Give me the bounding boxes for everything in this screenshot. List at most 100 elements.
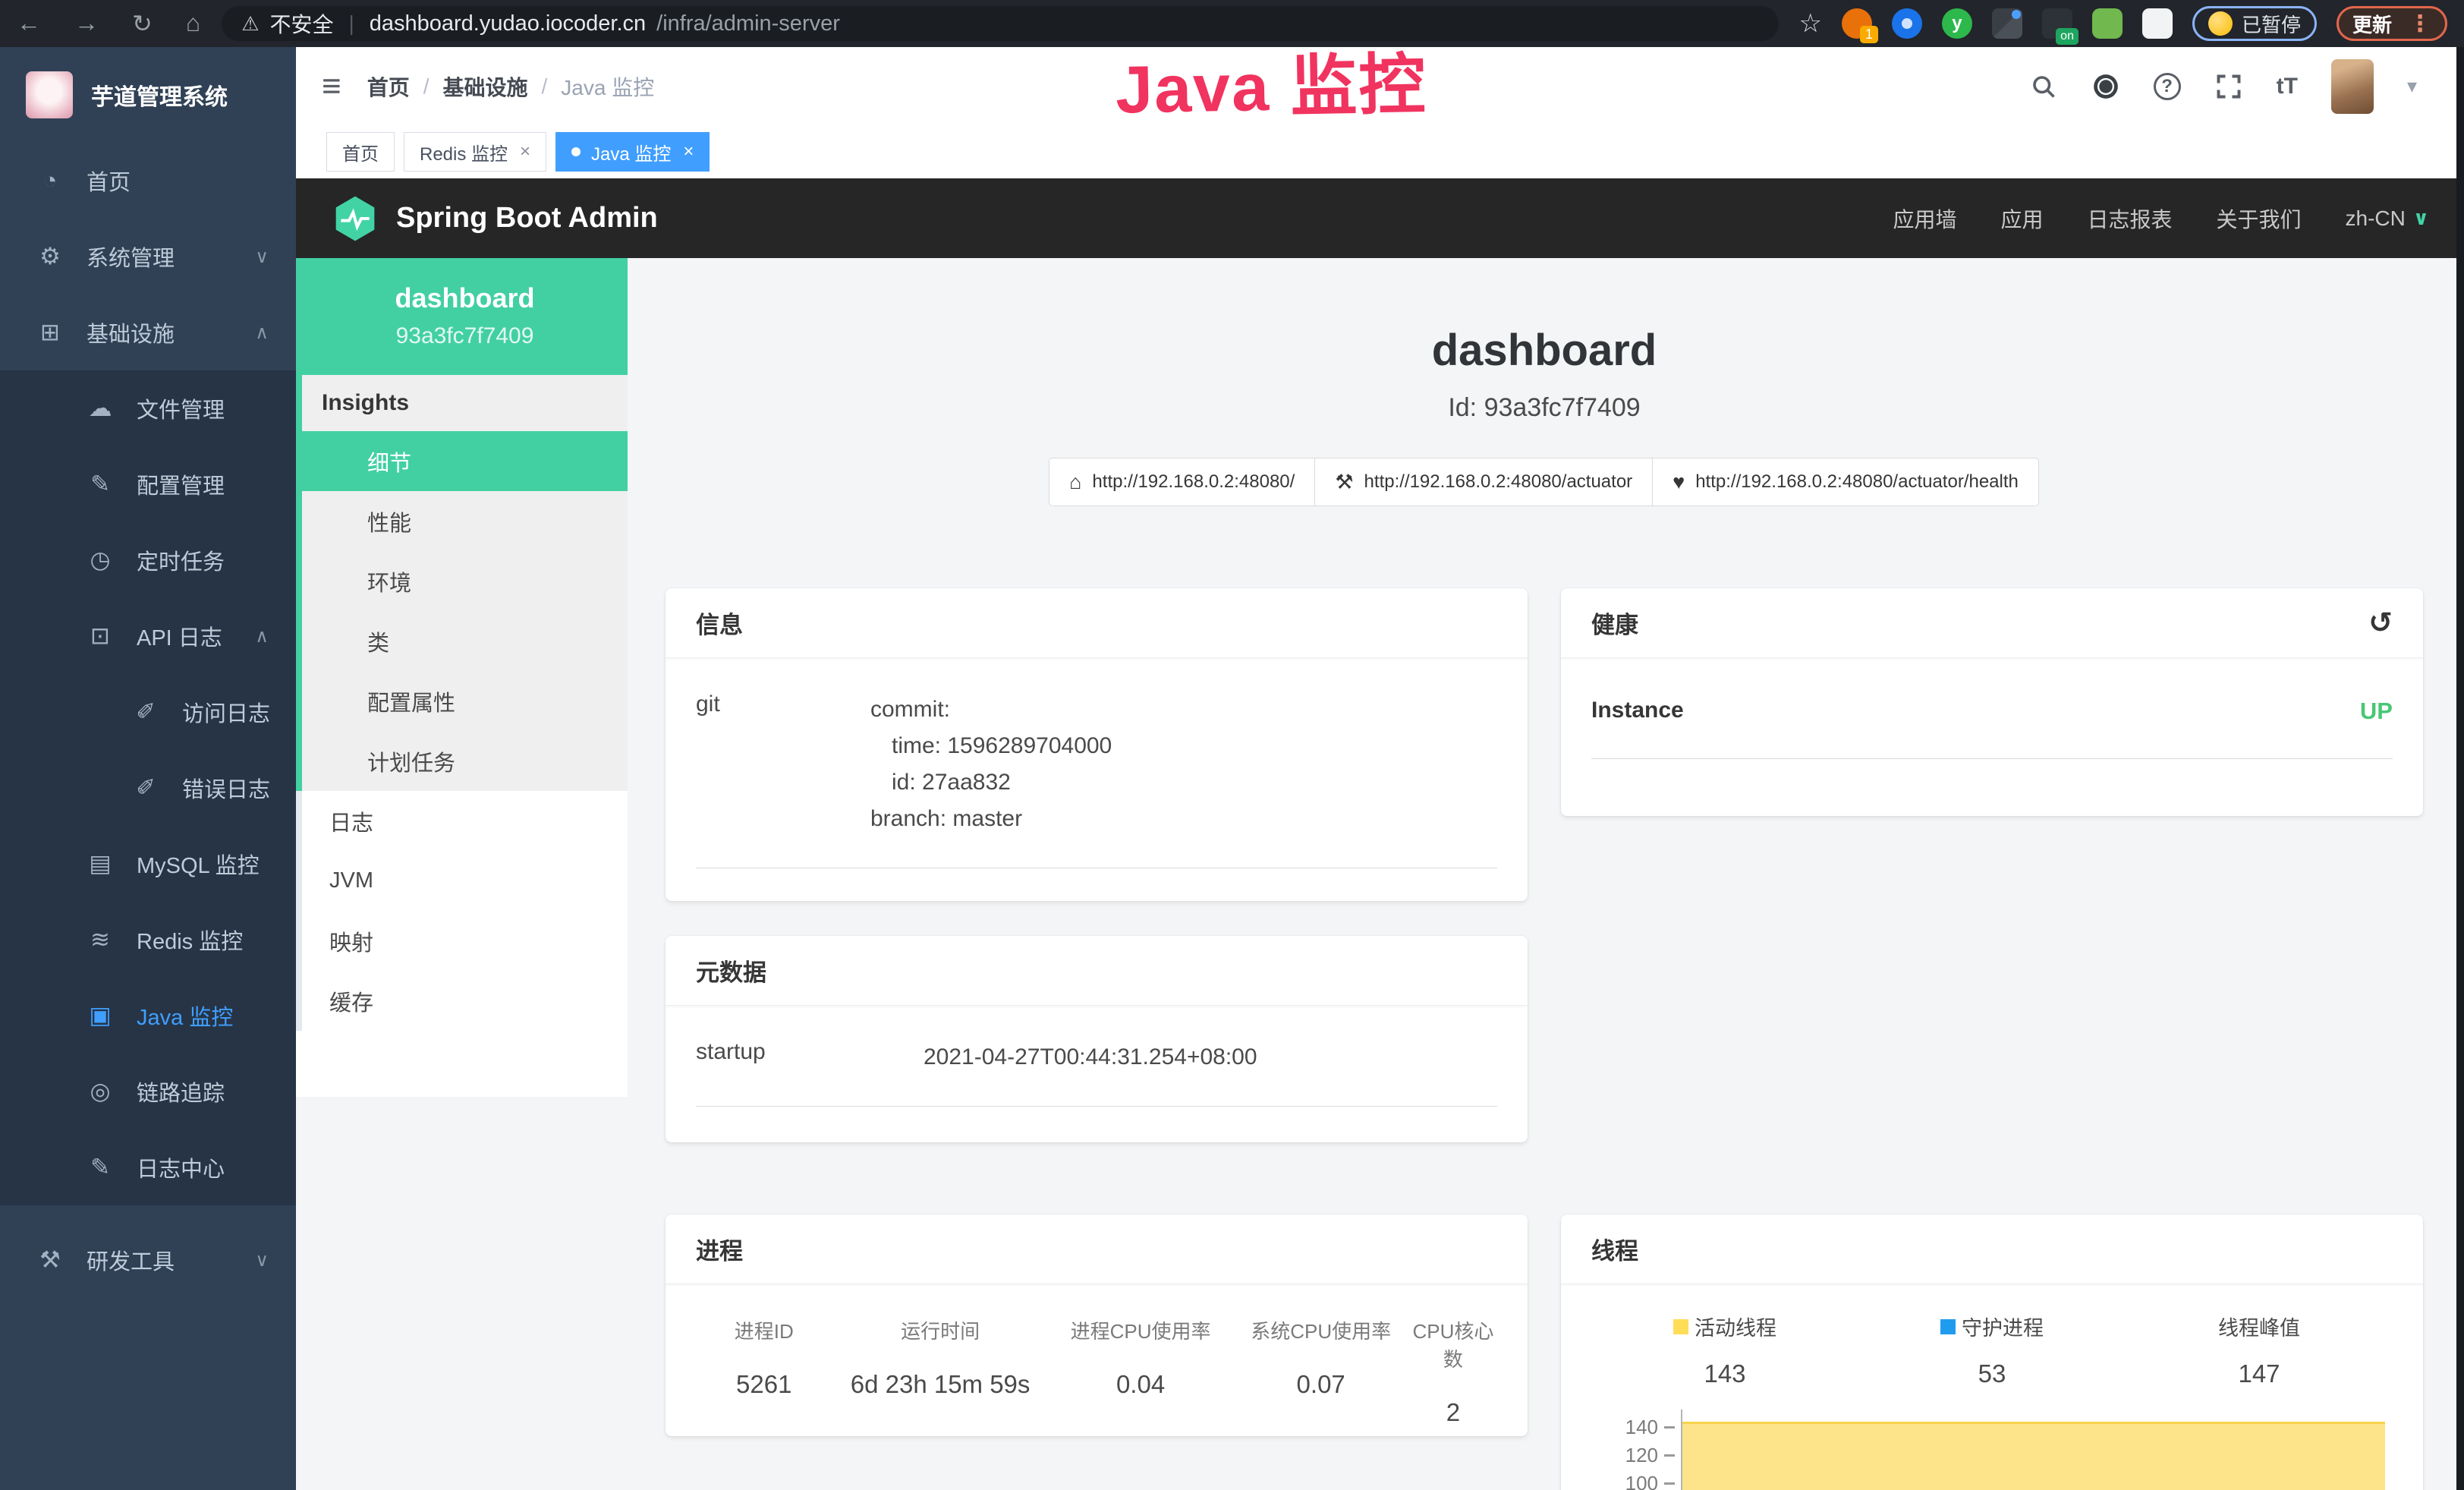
sidebar-item-mysql-monitor[interactable]: ▤ MySQL 监控 — [0, 826, 296, 902]
system-col-cpu: 系统CPU使用率 — [1233, 1316, 1409, 1344]
avatar[interactable] — [2331, 59, 2374, 114]
locale-label: zh-CN — [2346, 206, 2406, 231]
paused-indicator[interactable]: 已暂停 — [2192, 6, 2317, 41]
sba-nav-wallboard[interactable]: 应用墙 — [1893, 203, 1956, 234]
tab-java-monitor[interactable]: Java 监控 × — [555, 132, 710, 172]
breadcrumb: 首页 / 基础设施 / Java 监控 — [367, 71, 655, 102]
emoji-face-icon — [2208, 11, 2233, 36]
chevron-down-icon: ∨ — [2413, 206, 2429, 230]
sidebar-item-log-center[interactable]: ✎ 日志中心 — [0, 1129, 296, 1205]
sba-nav-jvm[interactable]: JVM — [302, 851, 628, 911]
extension-icon-grid[interactable] — [1992, 8, 2022, 39]
browser-home-button[interactable]: ⌂ — [186, 9, 200, 38]
sidebar-item-config-management[interactable]: ✎ 配置管理 — [0, 446, 296, 522]
sidebar-item-tracing[interactable]: ◎ 链路追踪 — [0, 1054, 296, 1129]
sba-nav-metrics[interactable]: 性能 — [302, 491, 628, 551]
breadcrumb-home[interactable]: 首页 — [367, 71, 410, 102]
security-warning-icon: ⚠ — [241, 12, 259, 36]
metadata-value-startup: 2021-04-27T00:44:31.254+08:00 — [924, 1039, 1257, 1076]
threads-chart: 140 120 100 — [1591, 1410, 2393, 1490]
sba-nav-details[interactable]: 细节 — [302, 431, 628, 491]
sidebar-item-label: 研发工具 — [87, 1244, 175, 1276]
browser-reload-button[interactable]: ↻ — [132, 9, 153, 38]
history-icon[interactable]: ↺ — [2368, 606, 2393, 640]
security-label[interactable]: 不安全 — [269, 8, 333, 39]
locale-selector[interactable]: zh-CN ∨ — [2346, 206, 2429, 231]
sba-nav-logging[interactable]: 日志 — [302, 791, 628, 851]
service-url: http://192.168.0.2:48080/ — [1092, 471, 1295, 493]
breadcrumb-separator: / — [423, 74, 430, 99]
address-bar[interactable]: ⚠ 不安全 | dashboard.yudao.iocoder.cn/infra… — [222, 6, 1779, 41]
instance-id: 93a3fc7f7409 — [310, 323, 620, 349]
extensions-puzzle-icon[interactable] — [2142, 8, 2173, 39]
bookmark-star-icon[interactable]: ☆ — [1798, 8, 1821, 39]
breadcrumb-infrastructure[interactable]: 基础设施 — [442, 71, 527, 102]
git-branch-line: branch: master — [870, 801, 1112, 837]
browser-menu-icon[interactable]: ⋮ — [2409, 11, 2431, 37]
sba-brand[interactable]: Spring Boot Admin — [331, 194, 658, 243]
font-size-button[interactable]: tT — [2277, 74, 2298, 99]
y-tickmark — [1664, 1454, 1675, 1457]
y-tickmark — [1664, 1482, 1675, 1485]
sidebar-collapse-button[interactable]: ≡ — [322, 68, 341, 106]
sidebar-item-label: 定时任务 — [137, 544, 225, 576]
sidebar-item-file-management[interactable]: ☁ 文件管理 — [0, 370, 296, 446]
eye-icon: ◎ — [83, 1078, 117, 1105]
extension-icon-orange[interactable]: 1 — [1842, 8, 1872, 39]
tab-home[interactable]: 首页 — [326, 132, 395, 172]
close-icon[interactable]: × — [520, 141, 530, 162]
sidebar-item-scheduled-tasks[interactable]: ◷ 定时任务 — [0, 522, 296, 598]
extension-on-badge: on — [2056, 28, 2079, 45]
sidebar-item-api-logs[interactable]: ⊡ API 日志 ∧ — [0, 598, 296, 674]
help-icon[interactable]: ? — [2154, 73, 2181, 100]
sba-nav-classes[interactable]: 类 — [302, 611, 628, 671]
sba-nav-caches[interactable]: 缓存 — [302, 971, 628, 1031]
chevron-up-icon: ∧ — [255, 625, 269, 647]
sba-nav-mappings[interactable]: 映射 — [302, 911, 628, 971]
git-commit-line: commit: — [870, 691, 1112, 728]
extension-icon-pin[interactable] — [1892, 8, 1922, 39]
instance-url-group: ⌂ http://192.168.0.2:48080/ ⚒ http://192… — [1049, 458, 2039, 506]
git-time-line: time: 1596289704000 — [870, 728, 1112, 764]
tags-view-bar: 首页 Redis 监控 × Java 监控 × — [296, 125, 2464, 178]
peak-threads-value: 147 — [2126, 1359, 2393, 1388]
access-log-icon: ✐ — [129, 698, 162, 726]
search-icon[interactable] — [2029, 72, 2058, 101]
sba-nav-environment[interactable]: 环境 — [302, 551, 628, 611]
live-threads-legend-icon — [1673, 1319, 1688, 1334]
service-url-button[interactable]: ⌂ http://192.168.0.2:48080/ — [1049, 458, 1315, 506]
sidebar-item-java-monitor[interactable]: ▣ Java 监控 — [0, 978, 296, 1054]
sidebar-item-system[interactable]: ⚙ 系统管理 ∨ — [0, 219, 296, 295]
extension-icon-leaf[interactable] — [2092, 8, 2123, 39]
avatar-caret-icon[interactable]: ▾ — [2407, 74, 2417, 98]
sba-nav-applications[interactable]: 应用 — [2000, 203, 2043, 234]
sidebar-item-dev-tools[interactable]: ⚒ 研发工具 ∨ — [0, 1222, 296, 1298]
sba-nav-scheduled-tasks[interactable]: 计划任务 — [302, 731, 628, 791]
health-card-title: 健康 — [1591, 606, 1638, 640]
chrome-update-button[interactable]: 更新 ⋮ — [2337, 6, 2447, 41]
sidebar-item-home[interactable]: ◔ 首页 — [0, 143, 296, 219]
sba-nav-config-props[interactable]: 配置属性 — [302, 671, 628, 731]
monitor-icon: ▣ — [83, 1002, 117, 1029]
browser-back-button[interactable]: ← — [17, 9, 41, 38]
fullscreen-icon[interactable] — [2214, 72, 2243, 101]
sidebar-item-access-logs[interactable]: ✐ 访问日志 — [0, 674, 296, 750]
health-url-button[interactable]: ♥ http://192.168.0.2:48080/actuator/heal… — [1652, 458, 2039, 506]
sba-instance-header[interactable]: dashboard 93a3fc7f7409 — [302, 258, 628, 375]
sidebar-item-error-logs[interactable]: ✐ 错误日志 — [0, 750, 296, 826]
window-scrollbar[interactable] — [2456, 47, 2464, 1490]
browser-forward-button[interactable]: → — [74, 9, 99, 38]
sidebar-item-infrastructure[interactable]: ⊞ 基础设施 ∧ — [0, 295, 296, 370]
actuator-url-button[interactable]: ⚒ http://192.168.0.2:48080/actuator — [1314, 458, 1653, 506]
sba-nav-journal[interactable]: 日志报表 — [2088, 203, 2173, 234]
log-icon: ⊡ — [83, 622, 117, 650]
close-icon[interactable]: × — [683, 141, 694, 162]
app-logo[interactable]: 芋道管理系统 — [0, 47, 296, 143]
extension-icon-switch[interactable]: on — [2042, 8, 2072, 39]
sidebar-item-redis-monitor[interactable]: ≋ Redis 监控 — [0, 902, 296, 978]
extension-icon-y[interactable]: y — [1942, 8, 1972, 39]
sidebar-item-label: 首页 — [87, 165, 131, 197]
github-icon[interactable] — [2091, 72, 2120, 101]
tab-redis-monitor[interactable]: Redis 监控 × — [404, 132, 546, 172]
sba-nav-about[interactable]: 关于我们 — [2217, 203, 2302, 234]
